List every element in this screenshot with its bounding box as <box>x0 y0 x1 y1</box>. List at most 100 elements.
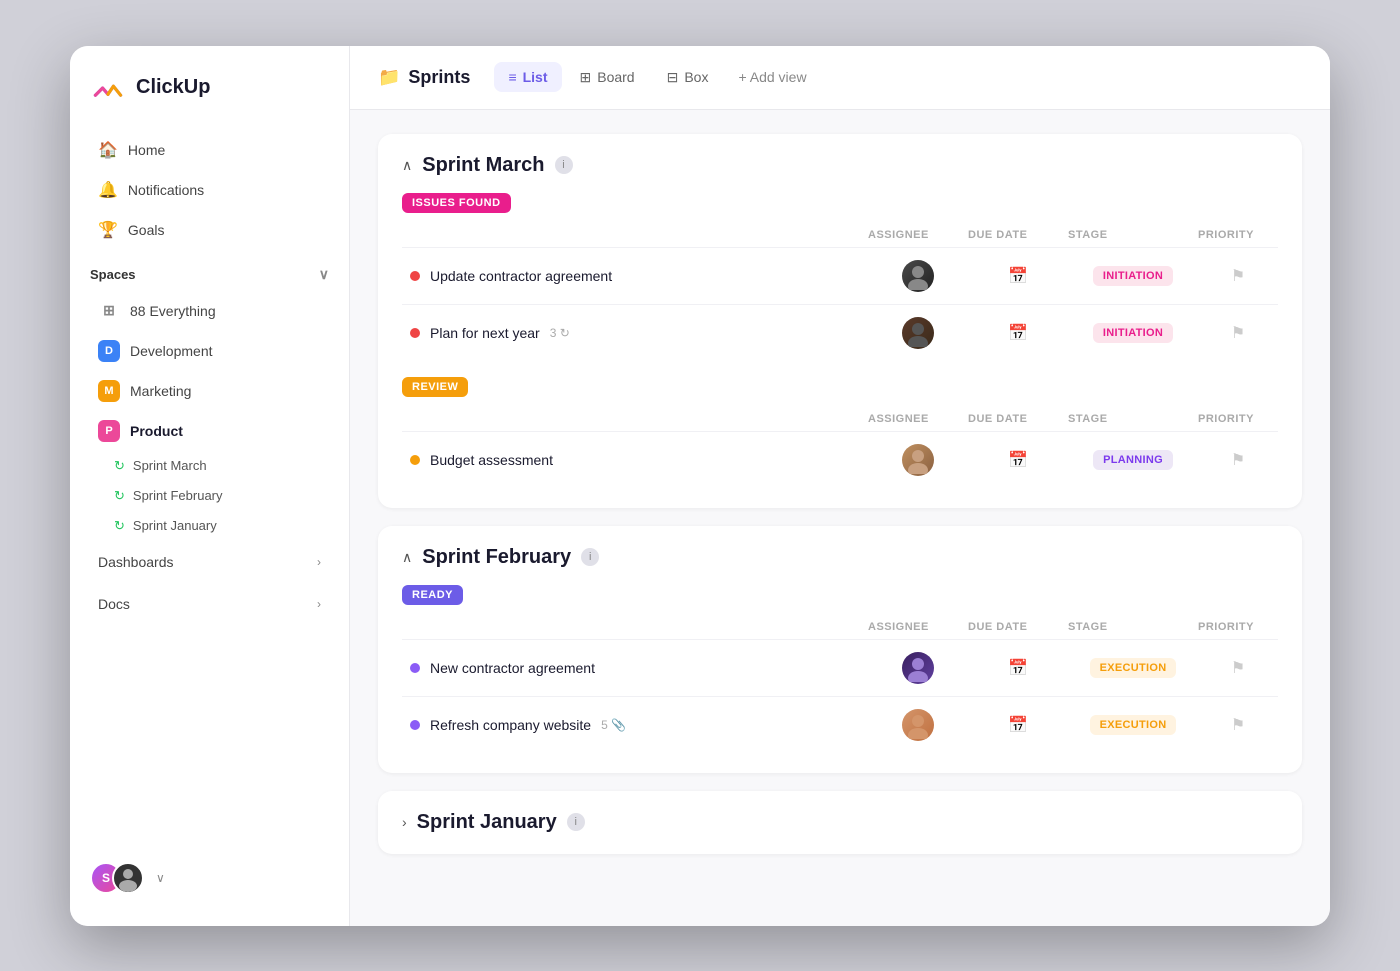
add-view-button[interactable]: + Add view <box>726 62 818 92</box>
task-dot-red <box>410 328 420 338</box>
table-row: Refresh company website 5 📎 📅 EXECUTION <box>402 696 1278 753</box>
sprint-january-label: Sprint January <box>133 518 217 533</box>
everything-icon: ⊞ <box>98 300 120 322</box>
logo-area: ClickUp <box>70 70 349 130</box>
col-duedate-rd: DUE DATE <box>968 621 1068 633</box>
duedate-cell[interactable]: 📅 <box>968 450 1068 470</box>
sidebar-item-sprint-march[interactable]: ↻ Sprint March <box>70 451 349 481</box>
add-view-label: + Add view <box>738 69 806 85</box>
user-area[interactable]: S ∨ <box>70 846 349 910</box>
dashboards-chevron-icon: › <box>317 555 321 569</box>
col-task-rd <box>418 621 868 633</box>
stage-cell: INITIATION <box>1068 323 1198 343</box>
marketing-label: Marketing <box>130 383 191 399</box>
user-dropdown-icon[interactable]: ∨ <box>156 871 165 885</box>
sprint-march-section: ∧ Sprint March i ISSUES FOUND ASSIGNEE D… <box>378 134 1302 508</box>
col-assignee-1: ASSIGNEE <box>868 229 968 241</box>
duedate-cell[interactable]: 📅 <box>968 266 1068 286</box>
tab-list[interactable]: ≡ List <box>494 62 561 92</box>
col-stage-r: STAGE <box>1068 413 1198 425</box>
priority-cell[interactable]: ⚑ <box>1198 266 1278 286</box>
task-count: 3 ↻ <box>550 326 570 340</box>
duedate-cell[interactable]: 📅 <box>968 658 1068 678</box>
review-tag: REVIEW <box>402 377 468 397</box>
sprint-march-info-icon[interactable]: i <box>555 156 573 174</box>
sidebar-item-product[interactable]: P Product <box>78 412 341 450</box>
sidebar-item-goals[interactable]: 🏆 Goals <box>78 211 341 249</box>
sprint-january-info-icon[interactable]: i <box>567 813 585 831</box>
col-assignee-r: ASSIGNEE <box>868 413 968 425</box>
list-tab-icon: ≡ <box>508 69 516 85</box>
ready-table-header: ASSIGNEE DUE DATE STAGE PRIORITY <box>402 615 1278 639</box>
tab-board[interactable]: ⊞ Board <box>566 62 649 93</box>
sidebar-item-everything[interactable]: ⊞ 88 Everything <box>78 292 341 330</box>
notifications-label: Notifications <box>128 182 204 198</box>
task-name: Refresh company website <box>430 717 591 733</box>
table-row: Update contractor agreement 📅 INITIATION… <box>402 247 1278 304</box>
priority-cell[interactable]: ⚑ <box>1198 715 1278 735</box>
sidebar-item-dashboards[interactable]: Dashboards › <box>78 542 341 582</box>
task-dot-purple <box>410 720 420 730</box>
everything-label: 88 Everything <box>130 303 216 319</box>
sprint-january-section: › Sprint January i <box>378 791 1302 854</box>
product-label: Product <box>130 423 183 439</box>
sidebar-item-development[interactable]: D Development <box>78 332 341 370</box>
sprint-february-info-icon[interactable]: i <box>581 548 599 566</box>
spaces-toggle[interactable]: ∨ <box>319 266 329 283</box>
assignee-cell <box>868 260 968 292</box>
avatar <box>902 652 934 684</box>
stage-cell: PLANNING <box>1068 450 1198 470</box>
stage-cell: EXECUTION <box>1068 658 1198 678</box>
sidebar-item-marketing[interactable]: M Marketing <box>78 372 341 410</box>
sidebar-item-sprint-january[interactable]: ↻ Sprint January <box>70 511 349 541</box>
priority-cell[interactable]: ⚑ <box>1198 450 1278 470</box>
content-area: ∧ Sprint March i ISSUES FOUND ASSIGNEE D… <box>350 110 1330 926</box>
app-logo-text: ClickUp <box>136 76 210 99</box>
product-icon: P <box>98 420 120 442</box>
sidebar-item-sprint-february[interactable]: ↻ Sprint February <box>70 481 349 511</box>
sprint-february-icon: ↻ <box>114 488 125 504</box>
clickup-logo-icon <box>90 70 126 106</box>
duedate-cell[interactable]: 📅 <box>968 715 1068 735</box>
sprint-february-toggle[interactable]: ∧ <box>402 549 412 566</box>
priority-cell[interactable]: ⚑ <box>1198 323 1278 343</box>
box-tab-label: Box <box>684 69 708 85</box>
avatar <box>902 709 934 741</box>
dashboards-label: Dashboards <box>98 554 174 570</box>
page-title: Sprints <box>408 67 470 88</box>
tab-box[interactable]: ⊟ Box <box>653 62 723 93</box>
col-duedate-r: DUE DATE <box>968 413 1068 425</box>
issues-found-tag: ISSUES FOUND <box>402 193 511 213</box>
sprint-march-icon: ↻ <box>114 458 125 474</box>
stage-badge: PLANNING <box>1093 450 1173 470</box>
folder-icon: 📁 <box>378 67 400 88</box>
sprint-february-section: ∧ Sprint February i READY ASSIGNEE DUE D… <box>378 526 1302 773</box>
sprint-january-toggle[interactable]: › <box>402 814 407 830</box>
sidebar-item-notifications[interactable]: 🔔 Notifications <box>78 171 341 209</box>
task-name-cell: Update contractor agreement <box>410 268 868 284</box>
duedate-cell[interactable]: 📅 <box>968 323 1068 343</box>
col-priority-rd: PRIORITY <box>1198 621 1278 633</box>
priority-cell[interactable]: ⚑ <box>1198 658 1278 678</box>
sprint-january-header: › Sprint January i <box>402 811 1278 834</box>
goals-label: Goals <box>128 222 165 238</box>
review-table-header: ASSIGNEE DUE DATE STAGE PRIORITY <box>402 407 1278 431</box>
avatar <box>902 317 934 349</box>
stage-badge: EXECUTION <box>1090 715 1177 735</box>
ready-group: READY ASSIGNEE DUE DATE STAGE PRIORITY N… <box>402 585 1278 753</box>
assignee-cell <box>868 317 968 349</box>
sidebar-item-docs[interactable]: Docs › <box>78 584 341 624</box>
assignee-cell <box>868 709 968 741</box>
task-name-cell: New contractor agreement <box>410 660 868 676</box>
issues-found-group: ISSUES FOUND ASSIGNEE DUE DATE STAGE PRI… <box>402 193 1278 361</box>
col-assignee-rd: ASSIGNEE <box>868 621 968 633</box>
docs-label: Docs <box>98 596 130 612</box>
list-tab-label: List <box>523 69 548 85</box>
ready-tag: READY <box>402 585 463 605</box>
sidebar-item-home[interactable]: 🏠 Home <box>78 131 341 169</box>
task-name-cell: Budget assessment <box>410 452 868 468</box>
assignee-cell <box>868 444 968 476</box>
stage-badge: INITIATION <box>1093 323 1173 343</box>
board-tab-icon: ⊞ <box>580 69 592 86</box>
sprint-march-toggle[interactable]: ∧ <box>402 157 412 174</box>
